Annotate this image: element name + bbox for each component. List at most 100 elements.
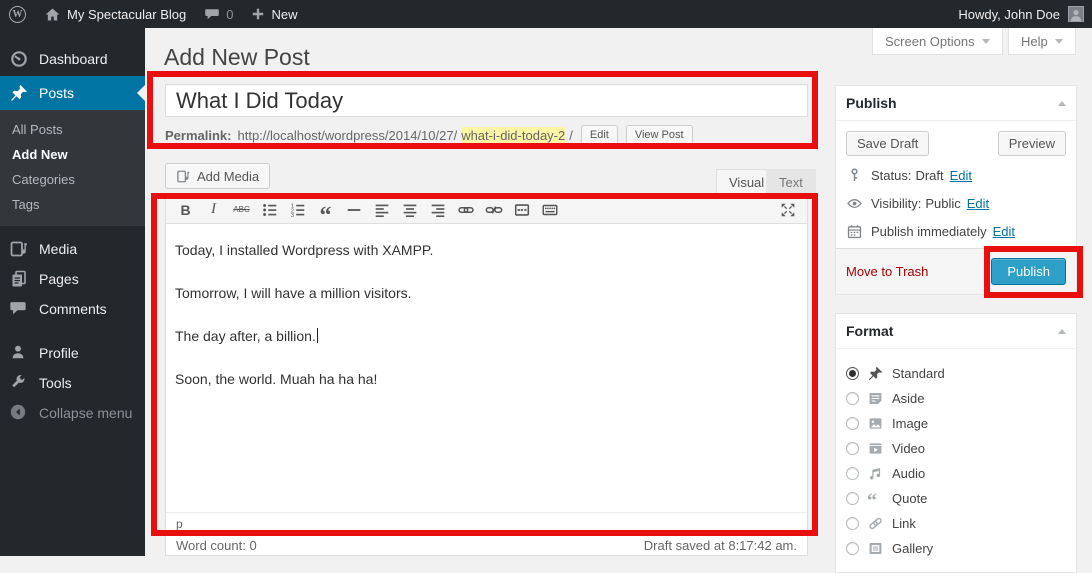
add-media-label: Add Media — [197, 169, 259, 184]
bulleted-list-button[interactable] — [256, 198, 283, 222]
sidebar-item-media[interactable]: Media — [0, 234, 145, 264]
format-image-icon — [867, 415, 884, 432]
move-to-trash-link[interactable]: Move to Trash — [846, 264, 928, 279]
submenu-tags[interactable]: Tags — [0, 192, 145, 217]
format-option-quote[interactable]: “ Quote — [846, 486, 1066, 511]
fullscreen-button[interactable] — [774, 198, 801, 222]
howdy-text[interactable]: Howdy, John Doe — [958, 7, 1060, 22]
radio-audio[interactable] — [846, 467, 859, 480]
edit-status-link[interactable]: Edit — [950, 168, 972, 183]
sidebar-label-pages: Pages — [39, 271, 79, 287]
post-editor: B I ABC 123 “ — [165, 195, 808, 556]
sidebar-item-profile[interactable]: Profile — [0, 338, 145, 368]
format-options-list: Standard Aside Image Video — [836, 349, 1076, 573]
collapse-panel-icon[interactable] — [1058, 97, 1066, 106]
publish-button[interactable]: Publish — [991, 258, 1066, 285]
edit-permalink-button[interactable]: Edit — [581, 125, 618, 145]
format-option-link[interactable]: Link — [846, 511, 1066, 536]
radio-image[interactable] — [846, 417, 859, 430]
permalink-base: http://localhost/wordpress/2014/10/27/ — [237, 128, 457, 143]
insert-link-button[interactable] — [452, 198, 479, 222]
help-tab[interactable]: Help — [1008, 28, 1076, 55]
radio-video[interactable] — [846, 442, 859, 455]
format-option-gallery[interactable]: Gallery — [846, 536, 1066, 561]
editor-content-area[interactable]: Today, I installed Wordpress with XAMPP.… — [166, 224, 807, 512]
sidebar-item-pages[interactable]: Pages — [0, 264, 145, 294]
schedule-text: Publish immediately — [871, 224, 987, 239]
format-label: Standard — [892, 366, 945, 381]
help-label: Help — [1021, 34, 1048, 49]
sidebar-item-tools[interactable]: Tools — [0, 368, 145, 398]
collapse-arrow-icon — [9, 403, 29, 423]
bold-button[interactable]: B — [172, 198, 199, 222]
visibility-row: Visibility: Public Edit — [846, 195, 1066, 212]
align-right-button[interactable] — [424, 198, 451, 222]
format-option-standard[interactable]: Standard — [846, 361, 1066, 386]
save-draft-button[interactable]: Save Draft — [846, 131, 929, 156]
numbered-list-button[interactable]: 123 — [284, 198, 311, 222]
radio-aside[interactable] — [846, 392, 859, 405]
admin-sidebar: Dashboard Posts All Posts Add New Catego… — [0, 28, 145, 556]
format-option-audio[interactable]: Audio — [846, 461, 1066, 486]
format-video-icon — [867, 440, 884, 457]
submenu-add-new[interactable]: Add New — [0, 142, 145, 167]
add-media-button[interactable]: Add Media — [165, 163, 270, 189]
avatar[interactable] — [1068, 6, 1084, 22]
status-row: Status: Draft Edit — [846, 167, 1066, 184]
insert-more-tag-button[interactable] — [508, 198, 535, 222]
sidebar-label-profile: Profile — [39, 345, 79, 361]
collapse-panel-icon[interactable] — [1058, 325, 1066, 334]
publish-panel-header[interactable]: Publish — [836, 86, 1076, 121]
horizontal-rule-button[interactable] — [340, 198, 367, 222]
edit-schedule-link[interactable]: Edit — [993, 224, 1015, 239]
schedule-row: Publish immediately Edit — [846, 223, 1066, 240]
comments-shortcut[interactable]: 0 — [195, 0, 242, 28]
tab-text[interactable]: Text — [766, 169, 816, 195]
sidebar-item-comments[interactable]: Comments — [0, 294, 145, 324]
toolbar-toggle-button[interactable] — [536, 198, 563, 222]
editor-toolbar: B I ABC 123 “ — [166, 196, 807, 224]
format-option-image[interactable]: Image — [846, 411, 1066, 436]
format-label: Link — [892, 516, 916, 531]
radio-link[interactable] — [846, 517, 859, 530]
strikethrough-button[interactable]: ABC — [228, 198, 255, 222]
screen-options-tab[interactable]: Screen Options — [872, 28, 1003, 55]
edit-visibility-link[interactable]: Edit — [967, 196, 989, 211]
wp-logo-menu[interactable]: W — [0, 0, 35, 28]
format-option-aside[interactable]: Aside — [846, 386, 1066, 411]
blockquote-button[interactable]: “ — [312, 198, 339, 222]
format-label: Image — [892, 416, 928, 431]
sidebar-item-posts[interactable]: Posts — [0, 76, 145, 110]
radio-quote[interactable] — [846, 492, 859, 505]
post-title-input[interactable] — [165, 84, 808, 117]
posts-submenu: All Posts Add New Categories Tags — [0, 110, 145, 226]
format-option-video[interactable]: Video — [846, 436, 1066, 461]
permalink-trailing-slash: / — [569, 128, 573, 143]
visibility-eye-icon — [846, 195, 863, 212]
permalink-slug: what-i-did-today-2 — [461, 127, 565, 144]
submenu-all-posts[interactable]: All Posts — [0, 117, 145, 142]
italic-button[interactable]: I — [200, 198, 227, 222]
format-label: Quote — [892, 491, 927, 506]
remove-link-button[interactable] — [480, 198, 507, 222]
radio-standard[interactable] — [846, 367, 859, 380]
sidebar-item-dashboard[interactable]: Dashboard — [0, 42, 145, 76]
radio-gallery[interactable] — [846, 542, 859, 555]
format-standard-icon — [867, 365, 884, 382]
element-path-p[interactable]: p — [176, 517, 183, 531]
format-link-icon — [867, 515, 884, 532]
submenu-categories[interactable]: Categories — [0, 167, 145, 192]
view-post-button[interactable]: View Post — [626, 125, 693, 145]
admin-bar: W My Spectacular Blog 0 New Howdy, John … — [0, 0, 1092, 28]
sidebar-item-collapse-menu[interactable]: Collapse menu — [0, 398, 145, 428]
post-paragraph: Soon, the world. Muah ha ha ha! — [175, 369, 798, 389]
svg-text:3: 3 — [290, 213, 293, 219]
new-content-menu[interactable]: New — [242, 0, 306, 28]
align-left-button[interactable] — [368, 198, 395, 222]
site-link[interactable]: My Spectacular Blog — [35, 0, 195, 28]
status-value: Draft — [915, 168, 943, 183]
preview-button[interactable]: Preview — [998, 131, 1066, 156]
align-center-button[interactable] — [396, 198, 423, 222]
wordpress-logo-icon: W — [9, 6, 26, 23]
format-panel-header[interactable]: Format — [836, 314, 1076, 349]
